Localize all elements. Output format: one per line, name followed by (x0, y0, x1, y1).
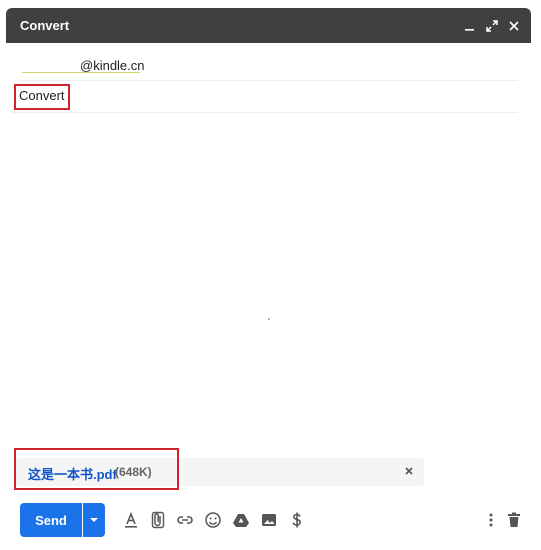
compose-window: Convert @kindle.cn Convert 这是一本书.pdf (64… (6, 8, 531, 545)
insert-emoji-icon[interactable] (204, 511, 222, 529)
more-options-icon[interactable] (482, 511, 500, 529)
window-controls (463, 19, 521, 33)
subject-value[interactable]: Convert (19, 88, 65, 103)
subject-field[interactable]: Convert (12, 82, 518, 113)
minimize-icon[interactable] (463, 19, 477, 33)
expand-icon[interactable] (485, 19, 499, 33)
message-body-cursor (268, 318, 270, 320)
chevron-down-icon (90, 518, 98, 522)
google-drive-icon[interactable] (232, 511, 250, 529)
attachment-name[interactable]: 这是一本书.pdf (28, 464, 117, 483)
close-icon[interactable] (507, 19, 521, 33)
discard-draft-icon[interactable] (505, 511, 523, 529)
send-button[interactable]: Send (20, 503, 82, 537)
attachment-chip[interactable]: 这是一本书.pdf (648K) (16, 458, 424, 486)
compose-title: Convert (20, 18, 70, 33)
recipient-email[interactable]: @kindle.cn (80, 58, 145, 73)
compose-titlebar[interactable]: Convert (6, 8, 531, 43)
compose-toolbar: Send (20, 503, 525, 537)
attachment-size: (648K) (115, 465, 152, 479)
formatting-options-icon[interactable] (122, 511, 140, 529)
remove-attachment-icon[interactable] (402, 464, 416, 478)
insert-link-icon[interactable] (176, 511, 194, 529)
send-options-button[interactable] (83, 503, 105, 537)
insert-photo-icon[interactable] (260, 511, 278, 529)
attach-file-icon[interactable] (149, 511, 167, 529)
send-money-icon[interactable] (288, 511, 306, 529)
to-field[interactable]: @kindle.cn (18, 52, 518, 81)
